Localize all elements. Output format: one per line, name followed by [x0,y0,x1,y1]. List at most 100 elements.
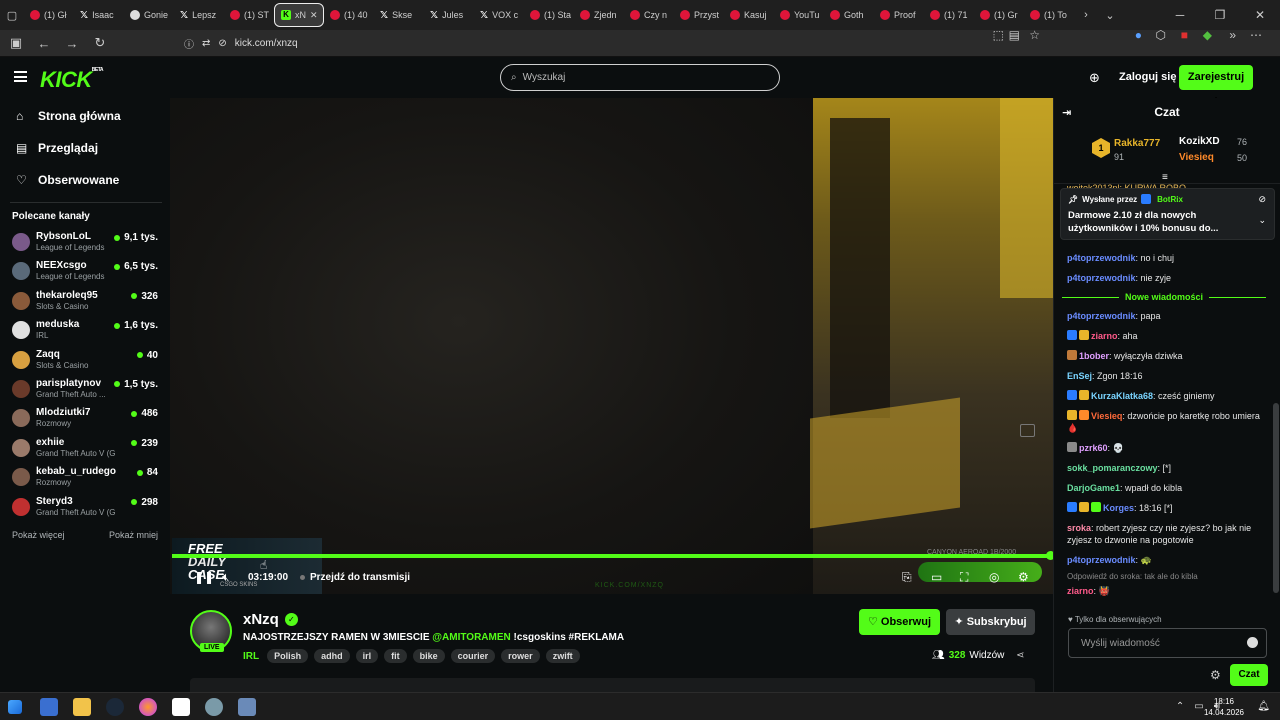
minimize-icon[interactable]: ─ [1160,0,1200,30]
tune-icon[interactable]: ⇄ [202,38,210,49]
recommended-channel[interactable]: Mlodziutki7 Rozmowy 486 [0,406,170,435]
browser-tab[interactable]: Zjedn [574,3,624,27]
collapse-chat-icon[interactable]: ⇥ [1062,106,1071,119]
extensions-icon[interactable]: ⬡ [1156,28,1166,42]
site-info-icon[interactable]: ⓘ [184,36,194,51]
stream-title-mention[interactable]: @AMITORAMEN [432,632,510,643]
system-clock[interactable]: 18:16 14.04.2026 [1204,696,1244,718]
notion-icon[interactable] [172,698,190,716]
browser-tab[interactable]: 𝕏 VOX c [474,3,524,27]
stream-tag[interactable]: rower [501,649,540,663]
browser-tab[interactable]: 𝕏 Lepsz [174,3,224,27]
monitor-app-icon[interactable] [40,698,58,716]
recommended-channel[interactable]: thekaroleq95 Slots & Casino 326 [0,289,170,318]
mute-icon[interactable]: 🔇︎ [222,570,230,585]
recommended-channel[interactable]: Steryd3 Grand Theft Auto V (G... 298 [0,495,170,524]
fullscreen-icon[interactable]: ⛶ [960,570,968,585]
browser-tab[interactable]: Goth [824,3,874,27]
chat-message-input[interactable]: Wyślij wiadomość [1068,628,1267,658]
file-explorer-icon[interactable] [73,698,91,716]
restore-icon[interactable]: ❐ [1200,0,1240,30]
bookmark-star-icon[interactable]: ☆ [1029,28,1040,42]
chat-username[interactable]: sroka [1067,523,1091,533]
pinned-message[interactable]: 📌︎ Wysłane przez BotRix Darmowe 2.10 zł … [1060,188,1275,240]
stream-tag[interactable]: courier [450,649,496,663]
browser-tab[interactable]: (1) Sta [524,3,574,27]
menu-icon[interactable]: ⋯ [1250,28,1262,42]
hamburger-menu-icon[interactable] [14,71,27,82]
browser-tab[interactable]: 𝕏 Jules [424,3,474,27]
recommended-channel[interactable]: meduska IRL 1,6 tys. [0,318,170,347]
windows-start-icon[interactable] [8,700,22,714]
show-more-link[interactable]: Pokaż więcej [12,530,65,540]
chat-username[interactable]: pzrk60 [1079,443,1108,453]
chat-scrollbar[interactable] [1273,403,1279,593]
pause-icon[interactable]: ❚❚ [194,570,214,584]
chat-settings-gear-icon[interactable]: ⚙ [1210,668,1221,682]
chat-username[interactable]: DarjoGame1 [1067,483,1120,493]
app-icon[interactable] [205,698,223,716]
stream-tag[interactable]: fit [384,649,407,663]
browser-tab[interactable]: KxN ✕ [274,3,324,27]
firefox-icon[interactable] [139,698,157,716]
vpn-shield-icon[interactable]: ◆ [1203,28,1212,42]
browser-tab[interactable]: (1) ST [224,3,274,27]
chat-username[interactable]: 1bober [1079,351,1109,361]
emoji-picker-icon[interactable] [1247,637,1258,648]
tab-scroll-right-icon[interactable]: › [1074,9,1098,21]
chat-username[interactable]: p4toprzewodnik [1067,273,1136,283]
browser-tab[interactable]: (1) Gł [24,3,74,27]
screenshot-icon[interactable]: ⬚ [993,28,1004,42]
reload-icon[interactable]: ↻ [88,35,112,51]
browser-tab[interactable]: 𝕏 Isaac [74,3,124,27]
picture-in-picture-icon[interactable] [1020,424,1035,437]
streamer-name[interactable]: xNzq [243,611,279,628]
settings-gear-icon[interactable]: ⚙ [1018,570,1029,584]
reply-reference[interactable]: Odpowiedź do sroka: tak ale do kibla [1054,570,1274,581]
subscribe-button[interactable]: ✦ Subskrybuj [946,609,1035,635]
sidebar-nav-item[interactable]: ⌂ Strona główna [0,100,170,132]
chat-username[interactable]: KurzaKlatka68 [1091,391,1153,401]
stream-tag[interactable]: bike [412,649,445,663]
recommended-channel[interactable]: exhiie Grand Theft Auto V (G... 239 [0,436,170,465]
network-icon[interactable]: ▭ [1194,701,1203,712]
kick-logo[interactable]: KICKBETA [40,67,104,93]
chat-username[interactable]: p4toprzewodnik [1067,311,1136,321]
url-field[interactable]: ⓘ ⇄ ⊘ kick.com/xnzq [176,33,1046,54]
recommended-channel[interactable]: Zaqq Slots & Casino 40 [0,348,170,377]
tab-actions-icon[interactable]: ▢ [0,9,24,22]
browser-tab[interactable]: (1) Gr [974,3,1024,27]
stream-tag[interactable]: irl [355,649,379,663]
back-icon[interactable]: ← [32,36,56,51]
leader-3-name[interactable]: Viesieq [1179,152,1214,163]
unpin-icon[interactable]: ⊘ [1258,194,1266,205]
browser-tab[interactable]: Proof [874,3,924,27]
expand-pinned-icon[interactable]: ⌄ [1258,215,1266,226]
browser-tab[interactable]: Czy n [624,3,674,27]
recommended-channel[interactable]: kebab_u_rudego Rozmowy 84 [0,465,170,494]
chat-username[interactable]: ziarno [1067,586,1094,596]
adblock-icon[interactable]: ■ [1181,28,1188,42]
workspaces-icon[interactable]: ▣ [4,35,28,51]
close-window-icon[interactable]: ✕ [1240,0,1280,30]
browser-tab[interactable]: 𝕏 Skse [374,3,424,27]
browser-tab[interactable]: Gonie [124,3,174,27]
shield-extension-icon[interactable]: ● [1135,28,1142,42]
chat-username[interactable]: p4toprzewodnik [1067,253,1136,263]
forward-icon[interactable]: → [60,36,84,51]
chat-username[interactable]: Korges [1103,503,1134,513]
chat-username[interactable]: Viesieq [1091,411,1122,421]
login-button[interactable]: Zaloguj się [1119,71,1176,83]
seek-handle[interactable] [1046,551,1053,560]
browser-tab[interactable]: Kasuj [724,3,774,27]
stream-tag[interactable]: zwift [545,649,580,663]
close-tab-icon[interactable]: ✕ [310,10,318,21]
playback-speed-icon[interactable]: ◎ [989,570,999,584]
browser-tab[interactable]: (1) 71 [924,3,974,27]
reader-icon[interactable]: ▤ [1009,28,1020,42]
recommended-channel[interactable]: parisplatynov Grand Theft Auto ... 1,5 tys… [0,377,170,406]
calculator-icon[interactable] [238,698,256,716]
leader-2-name[interactable]: KozikXD [1179,136,1220,147]
recommended-channel[interactable]: NEEXcsgo League of Legends 6,5 tys. [0,259,170,288]
language-globe-icon[interactable]: ⊕ [1089,70,1100,86]
